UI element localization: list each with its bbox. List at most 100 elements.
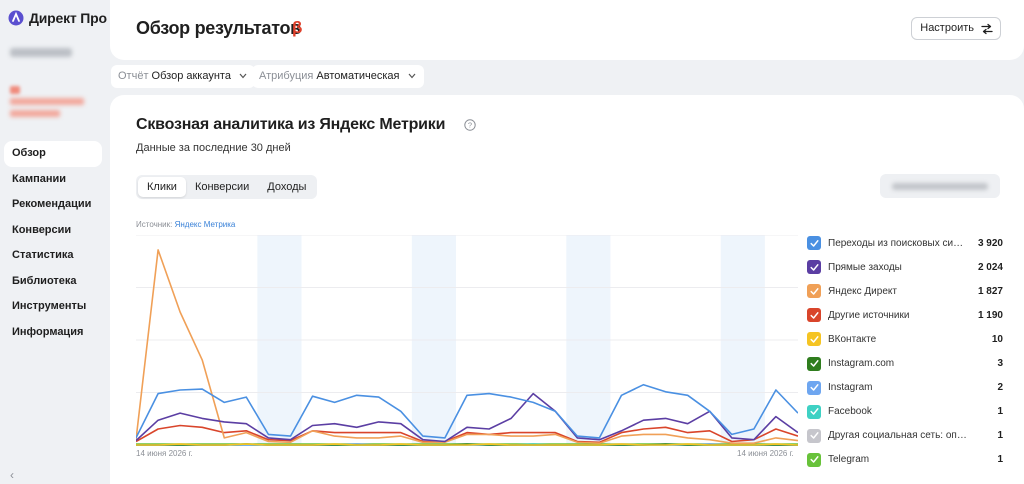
- report-select[interactable]: Отчёт Обзор аккаунта: [111, 65, 255, 88]
- legend-item[interactable]: Instagram 2: [807, 376, 1003, 400]
- attribution-select-label: Атрибуция: [259, 70, 314, 82]
- report-select-label: Отчёт: [118, 70, 149, 82]
- analytics-card: Сквозная аналитика из Яндекс Метрики ? Д…: [110, 95, 1024, 484]
- setup-button[interactable]: Настроить: [911, 17, 1001, 40]
- svg-text:?: ?: [468, 121, 472, 130]
- clicks-line-chart[interactable]: [136, 235, 798, 459]
- legend-value: 3: [997, 358, 1003, 370]
- check-icon: [809, 408, 819, 415]
- legend-checkbox[interactable]: [807, 284, 821, 299]
- sidebar-item-statistics[interactable]: Статистика: [4, 243, 102, 269]
- app-logo[interactable]: Директ Про: [8, 10, 107, 26]
- check-icon: [809, 263, 819, 271]
- x-axis-start-label: 14 июня 2026 г.: [136, 449, 193, 458]
- sidebar-item-label: Библиотека: [12, 274, 77, 287]
- help-circle-icon[interactable]: ?: [464, 119, 476, 131]
- legend-value: 1: [997, 406, 1003, 418]
- legend-item[interactable]: Переходы из поисковых сист... 3 920: [807, 231, 1003, 255]
- legend-checkbox[interactable]: [807, 260, 821, 275]
- legend-value: 2: [997, 382, 1003, 394]
- attribution-select[interactable]: Атрибуция Автоматическая: [252, 65, 424, 88]
- sidebar-item-campaigns[interactable]: Кампании: [4, 167, 102, 193]
- legend-checkbox[interactable]: [807, 308, 821, 323]
- sidebar-item-conversions[interactable]: Конверсии: [4, 218, 102, 244]
- sidebar-item-label: Рекомендации: [12, 198, 92, 210]
- legend-label: Другие источники: [828, 309, 910, 321]
- sidebar-item-information[interactable]: Информация: [4, 320, 102, 346]
- legend-value: 1 190: [977, 309, 1003, 321]
- legend-label: Facebook: [828, 406, 872, 418]
- legend-value: 1: [997, 454, 1003, 466]
- legend-label: Переходы из поисковых сист...: [828, 237, 968, 249]
- sidebar-item-library[interactable]: Библиотека: [4, 269, 102, 295]
- sidebar-item-label: Инструменты: [12, 300, 87, 312]
- legend-value: 1 827: [977, 285, 1003, 297]
- legend-item[interactable]: ВКонтакте 10: [807, 327, 1003, 351]
- legend-item[interactable]: Другие источники 1 190: [807, 303, 1003, 327]
- beta-badge: β: [292, 18, 303, 37]
- legend-value: 3 920: [977, 237, 1003, 249]
- sidebar-item-recommendations[interactable]: Рекомендации: [4, 192, 102, 218]
- data-source: Источник: Яндекс Метрика: [136, 220, 235, 229]
- legend-label: Instagram.com: [828, 358, 895, 370]
- legend-item[interactable]: Другая социальная сеть: определ... 1: [807, 424, 1003, 448]
- metric-tabs: Клики Конверсии Доходы: [136, 175, 318, 199]
- sidebar-item-label: Кампании: [12, 172, 67, 185]
- check-icon: [809, 311, 819, 319]
- legend-label: Instagram: [828, 382, 873, 394]
- legend-checkbox[interactable]: [807, 452, 821, 467]
- check-icon: [809, 335, 819, 343]
- legend-label: ВКонтакте: [828, 333, 877, 345]
- chart-legend: Переходы из поисковых сист... 3 920 Прямые…: [807, 231, 1003, 472]
- series-line[interactable]: [136, 249, 798, 444]
- legend-checkbox[interactable]: [807, 356, 821, 371]
- legend-checkbox[interactable]: [807, 380, 821, 395]
- sidebar-item-label: Информация: [12, 325, 84, 338]
- data-source-link[interactable]: Яндекс Метрика: [175, 220, 236, 229]
- section-title: Сквозная аналитика из Яндекс Метрики: [136, 116, 446, 133]
- page-title: Обзор результатов: [136, 18, 301, 38]
- chevron-down-icon: [408, 73, 415, 79]
- app-name: Директ Про: [29, 10, 107, 26]
- sidebar-item-tools[interactable]: Инструменты: [4, 294, 102, 320]
- legend-value: 2 024: [977, 261, 1003, 273]
- sidebar-nav: Обзор Кампании Рекомендации Конверсии Ст…: [4, 141, 102, 345]
- sidebar-item-label: Статистика: [12, 249, 74, 261]
- legend-label: Яндекс Директ: [828, 285, 897, 297]
- check-icon: [809, 456, 819, 464]
- chevron-left-icon[interactable]: ‹: [10, 468, 14, 482]
- legend-label: Другая социальная сеть: определ...: [828, 430, 968, 442]
- settings-sliders-icon: [981, 23, 993, 35]
- check-icon: [809, 360, 819, 367]
- tab-clicks[interactable]: Клики: [138, 177, 186, 197]
- balance-notice-blurred: [10, 86, 20, 94]
- setup-button-label: Настроить: [920, 22, 974, 34]
- check-icon: [809, 432, 819, 440]
- tab-conversions[interactable]: Конверсии: [186, 177, 258, 197]
- legend-checkbox[interactable]: [807, 428, 821, 443]
- legend-checkbox[interactable]: [807, 236, 821, 251]
- legend-checkbox[interactable]: [807, 332, 821, 347]
- legend-item[interactable]: Facebook 1: [807, 400, 1003, 424]
- balance-notice-blurred-line: [10, 98, 84, 105]
- sidebar-item-label: Обзор: [12, 147, 46, 159]
- sidebar-item-overview[interactable]: Обзор: [4, 141, 102, 167]
- legend-item[interactable]: Instagram.com 3: [807, 351, 1003, 375]
- tab-revenue[interactable]: Доходы: [258, 177, 315, 197]
- legend-label: Telegram: [828, 454, 870, 466]
- legend-item[interactable]: Яндекс Директ 1 827: [807, 279, 1003, 303]
- check-icon: [809, 384, 819, 391]
- chevron-down-icon: [239, 73, 247, 79]
- check-icon: [809, 239, 819, 247]
- series-line[interactable]: [136, 443, 798, 446]
- direct-logo-icon: [8, 10, 24, 26]
- check-icon: [809, 287, 819, 295]
- balance-notice-blurred-line: [10, 110, 60, 117]
- legend-value: 1: [997, 430, 1003, 442]
- account-login-blurred[interactable]: [10, 48, 72, 57]
- data-source-label: Источник:: [136, 220, 173, 229]
- legend-item[interactable]: Telegram 1: [807, 448, 1003, 472]
- legend-item[interactable]: Прямые заходы 2 024: [807, 255, 1003, 279]
- counter-select-blurred[interactable]: [880, 174, 1000, 198]
- legend-checkbox[interactable]: [807, 404, 821, 419]
